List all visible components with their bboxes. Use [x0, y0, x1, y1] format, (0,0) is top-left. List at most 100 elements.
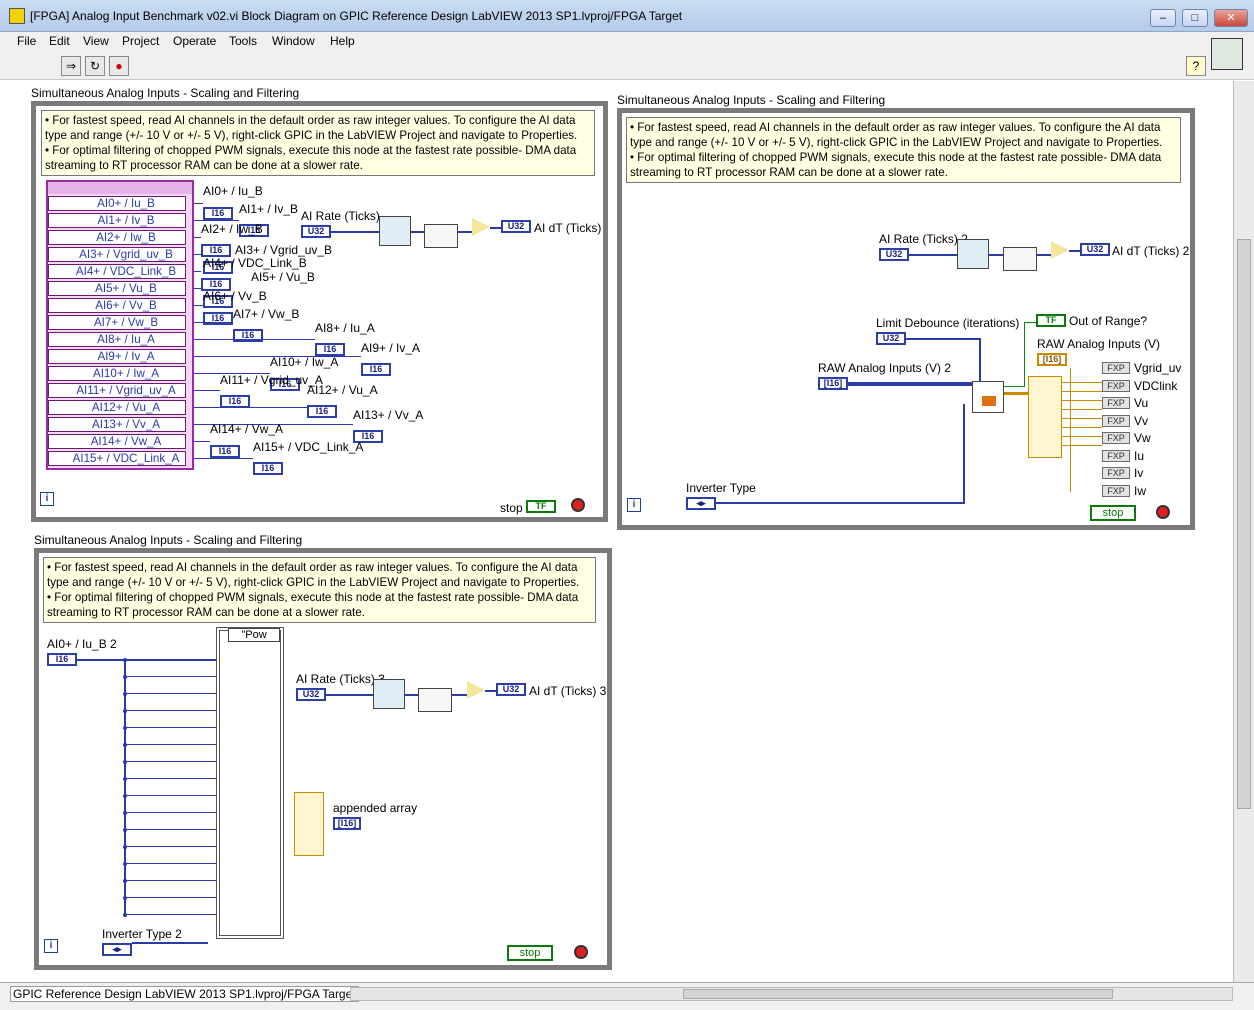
- menu-window[interactable]: Window: [272, 34, 315, 48]
- run-continuously-button[interactable]: ↻: [85, 56, 105, 76]
- panel1-ai-channel[interactable]: AI10+ / Iw_A: [48, 366, 186, 381]
- panel2-inverter-control[interactable]: ◂▸: [686, 497, 716, 510]
- close-button[interactable]: ✕: [1214, 9, 1248, 27]
- menu-edit[interactable]: Edit: [49, 34, 70, 48]
- panel2-tick-count-node[interactable]: [957, 239, 989, 269]
- menu-help[interactable]: Help: [330, 34, 355, 48]
- wire: [124, 897, 218, 898]
- panel2-loop-condition[interactable]: [1156, 505, 1170, 519]
- panel1-rate-control[interactable]: U32: [301, 225, 331, 238]
- panel1-tick-count-node[interactable]: [379, 216, 411, 246]
- abort-button[interactable]: ●: [109, 56, 129, 76]
- panel2-raw-out-label: RAW Analog Inputs (V): [1037, 337, 1160, 351]
- menu-operate[interactable]: Operate: [173, 34, 216, 48]
- panel1-ai-channel[interactable]: AI2+ / Iw_B: [48, 230, 186, 245]
- panel1-feedback-node[interactable]: [424, 224, 458, 248]
- panel1-ai-channel[interactable]: AI0+ / Iu_B: [48, 196, 186, 211]
- horizontal-scroll-thumb[interactable]: [683, 989, 1113, 999]
- menu-project[interactable]: Project: [122, 34, 159, 48]
- wire-junction: [123, 913, 127, 917]
- menu-tools[interactable]: Tools: [229, 34, 257, 48]
- wire: [124, 659, 218, 660]
- panel3-rate-control[interactable]: U32: [296, 688, 326, 701]
- menu-view[interactable]: View: [83, 34, 109, 48]
- panel2-unbundle-node[interactable]: [1028, 376, 1062, 458]
- panel3-info-icon[interactable]: i: [44, 939, 58, 953]
- maximize-button[interactable]: □: [1182, 9, 1208, 27]
- panel2-output-label: Iu: [1134, 448, 1145, 463]
- panel2-stop-control[interactable]: stop: [1090, 505, 1136, 521]
- panel2-info-icon[interactable]: i: [627, 498, 641, 512]
- panel1-ai-channel[interactable]: AI11+ / Vgrid_uv_A: [48, 383, 186, 398]
- context-help-button[interactable]: ?: [1186, 56, 1206, 76]
- horizontal-scrollbar[interactable]: [350, 987, 1233, 1001]
- run-button[interactable]: ⇒: [61, 56, 81, 76]
- panel1-ai-channel[interactable]: AI8+ / Iu_A: [48, 332, 186, 347]
- panel2-raw-in-control[interactable]: [I16]: [818, 377, 848, 390]
- panel1-ai-channel[interactable]: AI9+ / Iv_A: [48, 349, 186, 364]
- panel1-ai-channel[interactable]: AI5+ / Vu_B: [48, 281, 186, 296]
- panel2-limit-control[interactable]: U32: [876, 332, 906, 345]
- wire: [1062, 427, 1102, 428]
- panel3-inverter-control[interactable]: ◂▸: [102, 943, 132, 956]
- panel1-ai-channel[interactable]: AI12+ / Vu_A: [48, 400, 186, 415]
- panel3-stop-control[interactable]: stop: [507, 945, 553, 961]
- panel1-ai-channel[interactable]: AI1+ / Iv_B: [48, 213, 186, 228]
- panel2-rate-control[interactable]: U32: [879, 248, 909, 261]
- wire: [452, 694, 467, 696]
- panel1-indicator-label: AI7+ / Vw_B: [233, 307, 300, 321]
- panel1-ai-channel[interactable]: AI3+ / Vgrid_uv_B: [48, 247, 186, 262]
- panel3-input-control[interactable]: I16: [47, 653, 77, 666]
- menu-file[interactable]: File: [17, 34, 36, 48]
- vertical-scrollbar[interactable]: [1233, 81, 1254, 982]
- panel3-subtract-node[interactable]: [467, 681, 485, 699]
- panel1-info-icon[interactable]: i: [40, 492, 54, 506]
- panel1-i16-indicator: I16: [253, 462, 283, 475]
- wire: [405, 694, 418, 696]
- wire: [194, 254, 203, 255]
- wire-junction: [123, 811, 127, 815]
- panel1-loop-condition[interactable]: [571, 498, 585, 512]
- wire-junction: [123, 760, 127, 764]
- wire: [124, 693, 218, 694]
- project-path[interactable]: GPIC Reference Design LabVIEW 2013 SP1.l…: [10, 986, 359, 1002]
- panel1-stop-control[interactable]: TF: [526, 500, 556, 513]
- panel3-tick-count-node[interactable]: [373, 679, 405, 709]
- scroll-thumb[interactable]: [1237, 239, 1251, 809]
- panel1-title: Simultaneous Analog Inputs - Scaling and…: [31, 86, 300, 100]
- panel2-limit-label: Limit Debounce (iterations): [876, 316, 1020, 330]
- panel2-fxp-indicator: FXP: [1102, 414, 1130, 427]
- wire: [1062, 445, 1102, 446]
- panel3-build-array-node[interactable]: [294, 792, 324, 856]
- panel1-ai-channel[interactable]: AI4+ / VDC_Link_B: [48, 264, 186, 279]
- status-bar: GPIC Reference Design LabVIEW 2013 SP1.l…: [0, 982, 1254, 1010]
- panel1-subtract-node[interactable]: [472, 218, 490, 236]
- panel2-inverter-label: Inverter Type: [686, 481, 756, 495]
- wire: [194, 237, 201, 238]
- wire: [411, 231, 424, 233]
- wire: [1062, 409, 1102, 410]
- panel2-fxp-indicator: FXP: [1102, 397, 1130, 409]
- panel1-ai-channel[interactable]: AI7+ / Vw_B: [48, 315, 186, 330]
- panel2-feedback-node[interactable]: [1003, 247, 1037, 271]
- panel1-ai-channel[interactable]: AI14+ / Vw_A: [48, 434, 186, 449]
- wire: [124, 829, 218, 830]
- panel2-subtract-node[interactable]: [1051, 241, 1069, 259]
- panel1-indicator-label: AI3+ / Vgrid_uv_B: [235, 243, 333, 257]
- panel3-case-selector[interactable]: "Pow: [228, 628, 280, 642]
- wire: [909, 254, 959, 256]
- panel3-case-structure[interactable]: [216, 627, 284, 939]
- panel1-ai-channel[interactable]: AI13+ / Vv_A: [48, 417, 186, 432]
- wire: [326, 694, 374, 696]
- minimize-button[interactable]: –: [1150, 9, 1176, 27]
- panel3-input-label: AI0+ / Iu_B 2: [47, 637, 117, 651]
- wire-junction: [123, 743, 127, 747]
- panel3-loop-condition[interactable]: [574, 945, 588, 959]
- wire: [124, 795, 218, 796]
- wire: [458, 231, 472, 233]
- wire: [1062, 391, 1102, 392]
- panel1-ai-channel[interactable]: AI6+ / Vv_B: [48, 298, 186, 313]
- panel1-ai-channel[interactable]: AI15+ / VDC_Link_A: [48, 451, 186, 466]
- panel3-feedback-node[interactable]: [418, 688, 452, 712]
- wire: [124, 727, 218, 728]
